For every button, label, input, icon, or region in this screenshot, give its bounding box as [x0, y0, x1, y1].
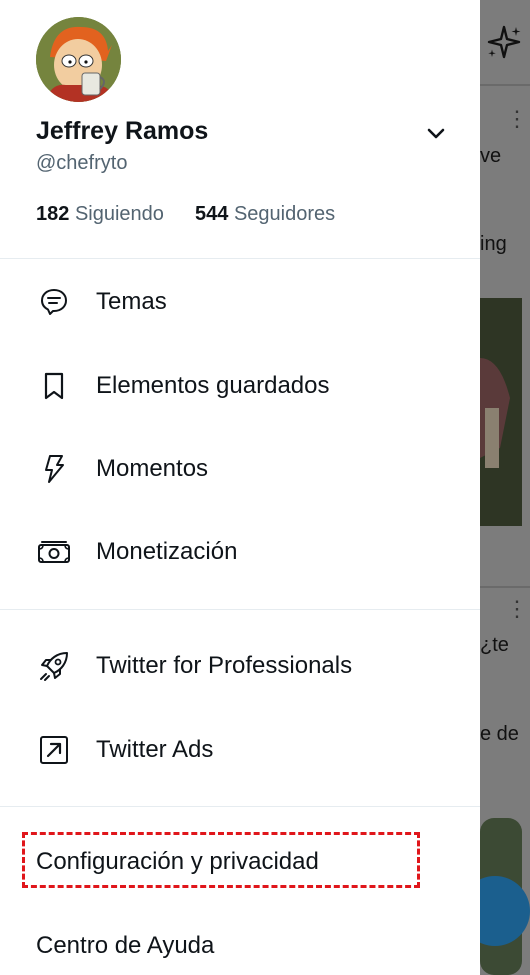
more-icon: ⋮	[506, 106, 528, 131]
external-arrow-icon	[36, 732, 72, 768]
menu-item-bookmarks[interactable]: Elementos guardados	[0, 351, 480, 421]
chevron-down-icon[interactable]	[424, 124, 448, 144]
menu-item-label: Monetización	[96, 538, 238, 565]
tweet-media	[480, 298, 522, 526]
divider	[0, 609, 480, 610]
followers-link[interactable]: 544 Seguidores	[195, 203, 335, 226]
money-icon	[36, 534, 72, 570]
settings-privacy-link[interactable]: Configuración y privacidad	[36, 848, 319, 876]
following-label: Siguiendo	[74, 203, 164, 225]
navigation-drawer: Jeffrey Ramos @chefryto 182 Siguiendo 54…	[0, 0, 480, 975]
background-timeline: ⋮ ⋮ ve ing ¿te e de	[480, 0, 530, 975]
divider	[0, 806, 480, 807]
profile-handle: @chefryto	[36, 152, 128, 174]
menu-item-label: Twitter for Professionals	[96, 652, 353, 679]
more-icon: ⋮	[506, 596, 528, 621]
following-count: 182	[36, 203, 70, 225]
avatar[interactable]	[36, 17, 121, 102]
tweet-snippet: ve	[480, 145, 502, 167]
topics-icon	[36, 284, 72, 320]
timeline-divider	[480, 586, 530, 588]
sparkle-icon	[487, 25, 521, 59]
menu-item-monetization[interactable]: Monetización	[0, 517, 480, 587]
tweet-snippet: ing	[480, 233, 507, 255]
tweet-snippet: ¿te	[480, 634, 509, 656]
followers-count: 544	[195, 203, 229, 225]
menu-item-moments[interactable]: Momentos	[0, 434, 480, 504]
profile-name: Jeffrey Ramos	[36, 117, 209, 145]
following-link[interactable]: 182 Siguiendo	[36, 203, 164, 226]
follow-stats: 182 Siguiendo 544 Seguidores	[36, 203, 335, 226]
bookmark-icon	[36, 368, 72, 404]
help-center-link[interactable]: Centro de Ayuda	[36, 932, 214, 960]
menu-item-topics[interactable]: Temas	[0, 267, 480, 337]
menu-item-ads[interactable]: Twitter Ads	[0, 715, 480, 785]
compose-button	[480, 876, 530, 946]
divider	[0, 258, 480, 259]
menu-item-label: Elementos guardados	[96, 372, 330, 399]
menu-item-label: Temas	[96, 288, 167, 315]
menu-item-professionals[interactable]: Twitter for Professionals	[0, 631, 480, 701]
menu-item-label: Momentos	[96, 455, 209, 482]
lightning-icon	[36, 451, 72, 487]
timeline-divider	[480, 84, 530, 86]
tweet-snippet: e de	[480, 723, 519, 745]
followers-label: Seguidores	[233, 203, 336, 225]
rocket-icon	[36, 648, 72, 684]
menu-item-label: Twitter Ads	[96, 736, 214, 763]
